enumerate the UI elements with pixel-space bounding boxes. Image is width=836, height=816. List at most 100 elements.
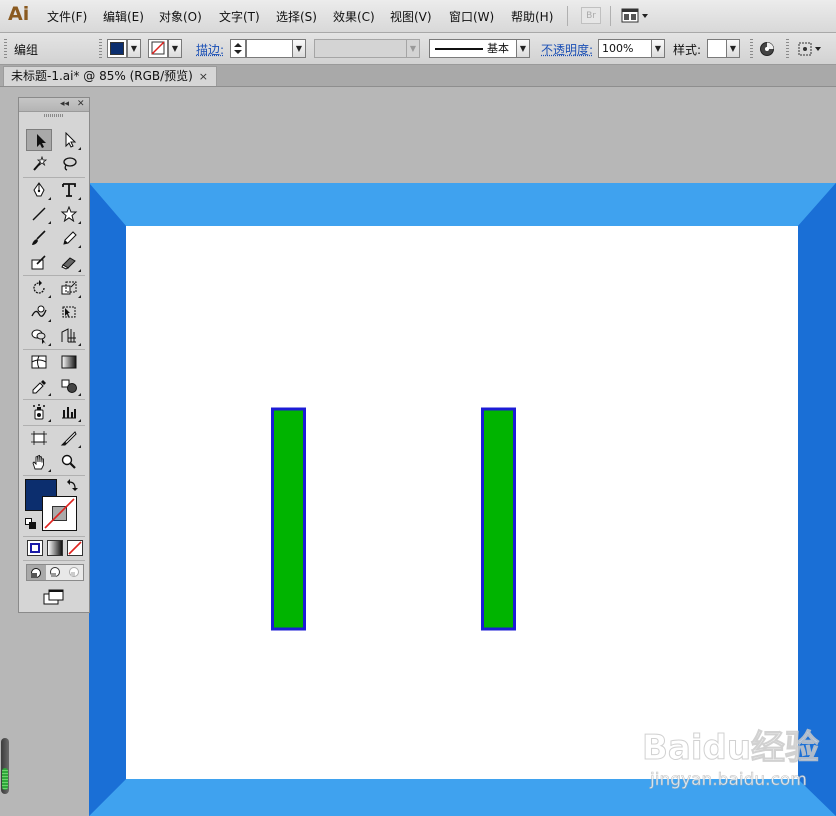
control-bar-grip[interactable] — [4, 39, 7, 59]
document-tab-title: 未标题-1.ai* @ 85% (RGB/预览) — [11, 69, 193, 83]
variable-width-profile-dropdown[interactable] — [314, 39, 408, 58]
hand-tool-icon[interactable] — [26, 451, 52, 473]
stroke-weight-stepper[interactable] — [230, 39, 246, 58]
collapse-panel-icon[interactable]: ◂◂ — [60, 98, 69, 110]
tools-separator — [23, 475, 85, 476]
menu-file[interactable]: 文件(F) — [47, 8, 87, 25]
draw-normal-button[interactable] — [27, 565, 46, 580]
column-graph-tool-icon[interactable] — [56, 401, 82, 423]
tools-separator — [23, 177, 85, 178]
transform-options-icon[interactable] — [796, 40, 824, 58]
artboard-page[interactable] — [126, 226, 798, 779]
star-tool-icon[interactable] — [56, 203, 82, 225]
paintbrush-tool-icon[interactable] — [26, 227, 52, 249]
graphic-style-swatch[interactable] — [707, 39, 727, 58]
menu-effect[interactable]: 效果(C) — [333, 8, 375, 25]
blob-brush-tool-icon[interactable] — [26, 251, 52, 273]
close-panel-icon[interactable]: ✕ — [77, 98, 85, 110]
document-tab[interactable]: 未标题-1.ai* @ 85% (RGB/预览) × — [3, 66, 217, 86]
graphic-style-arrow[interactable]: ▼ — [726, 39, 740, 58]
tools-panel-titlebar[interactable]: ◂◂ ✕ — [19, 98, 89, 112]
eraser-tool-icon[interactable] — [56, 251, 82, 273]
control-bar: 编组 ▼ ▼ 描边: ▼ ▼ 基本 ▼ 不透明度: 100% ▼ 样式: ▼ — [0, 33, 836, 65]
eyedropper-tool-icon[interactable] — [26, 375, 52, 397]
menu-type[interactable]: 文字(T) — [219, 8, 260, 25]
tools-panel: ◂◂ ✕ — [18, 97, 90, 613]
tools-separator — [23, 349, 85, 350]
menu-view[interactable]: 视图(V) — [390, 8, 432, 25]
frame-top-bevel[interactable] — [89, 183, 836, 226]
gradient-mode-button[interactable] — [47, 540, 63, 556]
variable-width-arrow[interactable]: ▼ — [406, 39, 420, 58]
close-tab-icon[interactable]: × — [199, 67, 208, 86]
default-fill-stroke-icon[interactable] — [25, 518, 36, 529]
stroke-line-preview — [435, 48, 483, 50]
direct-selection-tool-icon[interactable] — [56, 129, 82, 151]
draw-behind-button[interactable] — [46, 565, 65, 580]
bridge-button[interactable]: Br — [581, 7, 601, 24]
control-bar-grip — [786, 39, 789, 59]
menu-edit[interactable]: 编辑(E) — [103, 8, 144, 25]
drawing-modes-group — [26, 564, 84, 581]
none-mode-button[interactable] — [67, 540, 83, 556]
rotate-tool-icon[interactable] — [26, 277, 52, 299]
tools-panel-grip[interactable] — [44, 114, 64, 117]
document-tab-bar: 未标题-1.ai* @ 85% (RGB/预览) × — [0, 65, 836, 87]
warp-tool-icon[interactable] — [26, 301, 52, 323]
menu-help[interactable]: 帮助(H) — [511, 8, 553, 25]
type-tool-icon[interactable] — [56, 179, 82, 201]
pencil-tool-icon[interactable] — [56, 227, 82, 249]
recolor-artwork-icon[interactable] — [759, 41, 775, 57]
shape-builder-tool-icon[interactable] — [26, 325, 52, 347]
color-mode-button[interactable] — [27, 540, 43, 556]
green-bar-left[interactable] — [271, 407, 306, 631]
menu-object[interactable]: 对象(O) — [159, 8, 202, 25]
scale-tool-icon[interactable] — [56, 277, 82, 299]
green-bar-right[interactable] — [481, 407, 516, 631]
brush-definition-dropdown[interactable]: 基本 — [429, 39, 517, 58]
menu-select[interactable]: 选择(S) — [276, 8, 317, 25]
stroke-color-dropdown[interactable] — [148, 39, 168, 58]
change-screen-mode-icon[interactable] — [43, 589, 65, 605]
menu-window[interactable]: 窗口(W) — [449, 8, 494, 25]
fill-dropdown-arrow[interactable]: ▼ — [127, 39, 141, 58]
pen-tool-icon[interactable] — [26, 179, 52, 201]
draw-inside-button[interactable] — [65, 565, 84, 580]
stroke-weight-dropdown-arrow[interactable]: ▼ — [292, 39, 306, 58]
no-stroke-icon — [151, 41, 165, 55]
draw-inside-icon — [69, 567, 79, 577]
fill-swatch — [110, 42, 124, 55]
selection-tool-icon[interactable] — [26, 129, 52, 151]
swap-fill-stroke-icon[interactable] — [67, 479, 79, 491]
artboard-tool-icon[interactable] — [26, 427, 52, 449]
blend-tool-icon[interactable] — [56, 375, 82, 397]
slice-tool-icon[interactable] — [56, 427, 82, 449]
opacity-dropdown-arrow[interactable]: ▼ — [651, 39, 665, 58]
perspective-grid-tool-icon[interactable] — [56, 325, 82, 347]
stroke-dropdown-arrow[interactable]: ▼ — [168, 39, 182, 58]
mesh-tool-icon[interactable] — [26, 351, 52, 373]
lasso-tool-icon[interactable] — [56, 153, 82, 175]
brush-definition-arrow[interactable]: ▼ — [516, 39, 530, 58]
zoom-tool-icon[interactable] — [56, 451, 82, 473]
stepper-arrows-icon — [234, 43, 242, 54]
opacity-label[interactable]: 不透明度: — [541, 41, 593, 58]
magic-wand-tool-icon[interactable] — [26, 153, 52, 175]
symbol-sprayer-tool-icon[interactable] — [26, 401, 52, 423]
tools-separator — [23, 536, 85, 537]
scroll-grip[interactable] — [1, 738, 9, 794]
stroke-weight-input[interactable] — [246, 39, 293, 58]
fill-color-dropdown[interactable] — [107, 39, 127, 58]
gradient-tool-icon[interactable] — [56, 351, 82, 373]
scroll-grip-indicator — [2, 768, 8, 790]
stroke-color-box[interactable] — [42, 496, 77, 531]
frame-left-bevel[interactable] — [89, 183, 126, 816]
opacity-input[interactable]: 100% — [598, 39, 652, 58]
free-transform-tool-icon[interactable] — [56, 301, 82, 323]
tools-separator — [23, 425, 85, 426]
line-segment-tool-icon[interactable] — [26, 203, 52, 225]
arrange-documents-button[interactable] — [620, 7, 652, 25]
selection-type-label: 编组 — [14, 43, 39, 57]
menu-separator — [610, 6, 611, 26]
stroke-label[interactable]: 描边: — [196, 41, 224, 58]
